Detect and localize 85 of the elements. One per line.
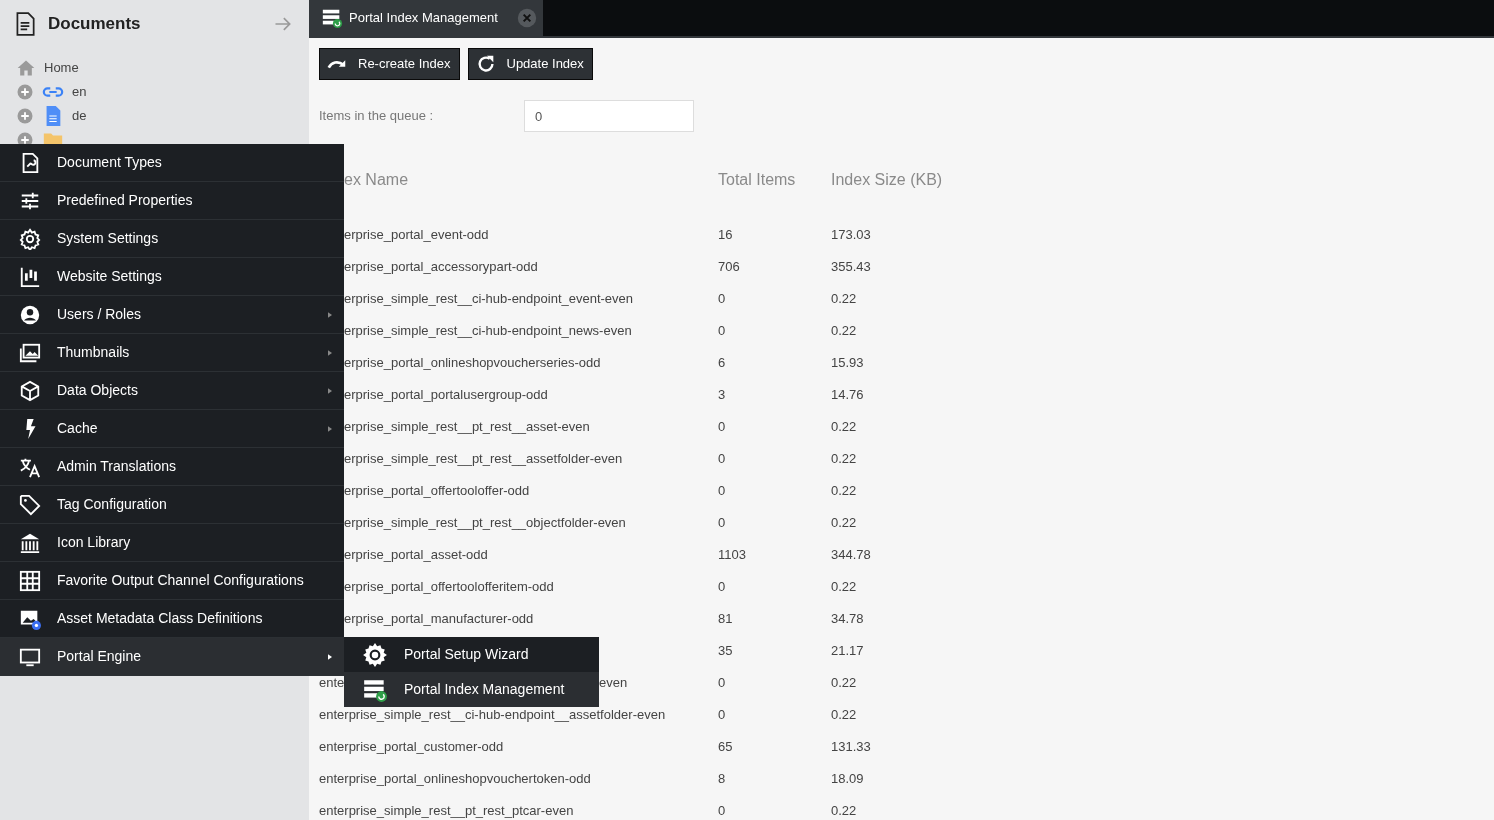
gear-refresh-icon <box>362 641 388 668</box>
table-cell: 81 <box>718 611 733 627</box>
table-cell: 344.78 <box>831 547 871 563</box>
column-header: ex Name <box>344 171 409 188</box>
table-cell: 21.17 <box>831 643 864 659</box>
table-cell: 0 <box>718 579 726 595</box>
table-cell-text: enterprise_portal_onlineshopvouchertoken-odd <box>319 770 591 789</box>
home-icon <box>16 58 36 78</box>
grid-icon <box>19 569 41 592</box>
queue-field[interactable]: 0 <box>524 100 694 132</box>
table-cell: 0 <box>718 419 726 435</box>
table-cell-text: erprise_simple_rest__pt_rest__asset-even <box>344 418 590 437</box>
table-cell: 0.22 <box>831 323 857 339</box>
table-cell: 0 <box>718 483 726 499</box>
table-cell: 0.22 <box>831 579 857 595</box>
table-cell-text: ente <box>319 674 345 693</box>
table-cell: 0.22 <box>831 707 857 723</box>
expand-icon <box>16 107 34 125</box>
tree-item[interactable]: en <box>72 82 87 102</box>
table-cell: 0 <box>718 515 726 531</box>
tab[interactable]: Portal Index Management <box>309 0 543 36</box>
field-label: Items in the queue : <box>319 107 435 126</box>
tree-item[interactable]: de <box>72 106 87 126</box>
table-cell: 0 <box>718 803 726 819</box>
table-cell: 35 <box>718 643 733 659</box>
column-header: Total Items <box>718 171 796 188</box>
table-cell: 706 <box>718 259 740 275</box>
menu-item[interactable]: Portal Index Management <box>344 672 599 707</box>
table-cell: 6 <box>718 355 726 371</box>
table-cell-text: erprise_simple_rest__pt_rest__objectfolder-even <box>344 514 626 533</box>
table-cell: 65 <box>718 739 733 755</box>
table-cell: 0.22 <box>831 803 857 819</box>
bank-icon <box>19 531 41 554</box>
toolbar-button[interactable]: Re-create Index <box>319 48 460 80</box>
table-cell: 355.43 <box>831 259 871 275</box>
table-cell: 3 <box>718 387 726 403</box>
table-cell-text: erprise_portal_offertoolofferitem-odd <box>344 578 554 597</box>
table-cell: 0 <box>718 323 726 339</box>
panel-title: Documents <box>48 13 142 36</box>
table-cell-text: erprise_simple_rest__pt_rest__assetfolder-even <box>344 450 623 469</box>
table-cell-text: erprise_portal_asset-odd <box>344 546 488 565</box>
table-cell: 0 <box>718 675 726 691</box>
table-cell: 0.22 <box>831 291 857 307</box>
table-cell-text: even <box>599 674 628 693</box>
table-cell: 18.09 <box>831 771 864 787</box>
close-icon <box>517 8 537 28</box>
table-cell-text: erprise_portal_offertooloffer-odd <box>344 482 530 501</box>
table-cell-text: enterprise_portal_customer-odd <box>319 738 504 757</box>
server-refresh-icon <box>321 7 343 29</box>
table-cell: 0.22 <box>831 451 857 467</box>
table-cell: 1103 <box>718 547 746 563</box>
cube-icon <box>19 379 41 402</box>
table-cell-text: erprise_portal_event-odd <box>344 226 489 245</box>
table-cell: 14.76 <box>831 387 864 403</box>
table-cell: 34.78 <box>831 611 864 627</box>
toolbar-button[interactable]: Update Index <box>467 48 593 80</box>
table-cell-text: erprise_simple_rest__ci-hub-endpoint_news-even <box>344 322 632 341</box>
images-icon <box>19 341 41 364</box>
tree-item[interactable]: Home <box>44 58 79 78</box>
table-cell: 0.22 <box>831 675 857 691</box>
table-cell: 131.33 <box>831 739 871 755</box>
table-cell: 0 <box>718 291 726 307</box>
table-cell: 8 <box>718 771 726 787</box>
table-cell-text: erprise_portal_portalusergroup-odd <box>344 386 548 405</box>
table-cell: 16 <box>718 227 733 243</box>
table-cell-text: enterprise_simple_rest__pt_rest_ptcar-even <box>319 802 574 820</box>
table-cell-text: enterprise_simple_rest__ci-hub-endpoint__assetfolder-even <box>319 706 666 725</box>
expand-icon <box>16 83 34 101</box>
table-cell-text: erprise_portal_accessorypart-odd <box>344 258 538 277</box>
user-circle-icon <box>19 303 41 326</box>
gear-icon <box>19 227 41 250</box>
table-cell-text: erprise_portal_manufacturer-odd <box>344 610 534 629</box>
table-cell: 0.22 <box>831 515 857 531</box>
table-cell: 0.22 <box>831 419 857 435</box>
table-cell: 173.03 <box>831 227 871 243</box>
table-cell: 15.93 <box>831 355 864 371</box>
tag-icon <box>19 493 41 516</box>
table-cell-text: erprise_portal_onlineshopvoucherseries-odd <box>344 354 601 373</box>
table-cell: 0 <box>718 707 726 723</box>
candlestick-chart-icon <box>19 265 41 288</box>
column-header: Index Size (KB) <box>831 171 943 188</box>
table-cell: 0 <box>718 451 726 467</box>
menu-item[interactable]: Portal Engine <box>0 638 344 676</box>
table-cell-text: erprise_simple_rest__ci-hub-endpoint_event-even <box>344 290 634 309</box>
table-cell: 0.22 <box>831 483 857 499</box>
